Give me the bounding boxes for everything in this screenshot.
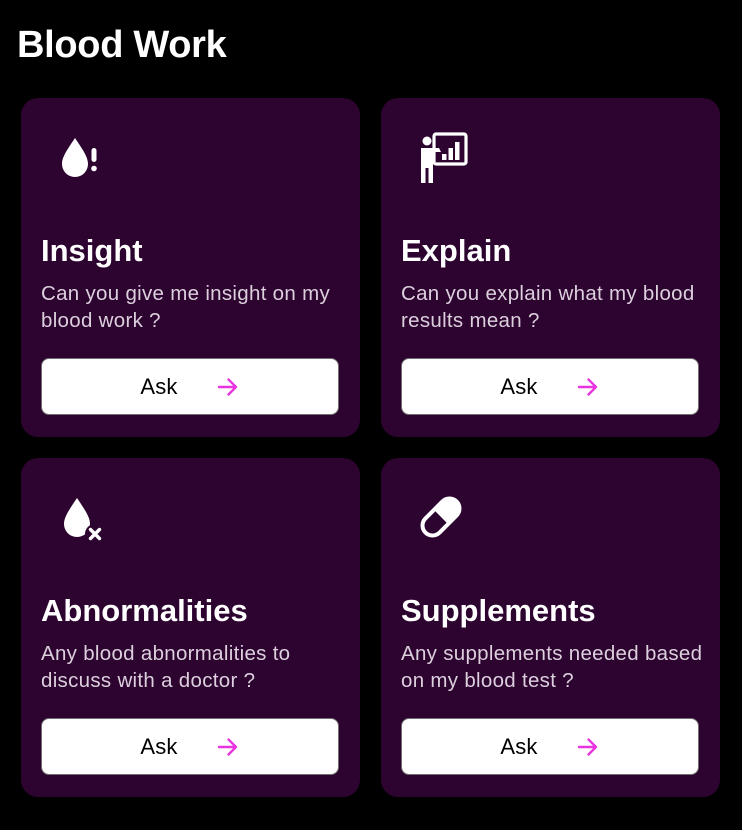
arrow-right-icon (576, 375, 600, 399)
card-title: Insight (41, 233, 143, 268)
blood-drop-x-icon (53, 488, 111, 546)
card-title: Explain (401, 233, 512, 268)
card-title: Supplements (401, 593, 596, 628)
arrow-right-icon (216, 375, 240, 399)
ask-button-supplements[interactable]: Ask (401, 718, 699, 775)
card-explain: Explain Can you explain what my blood re… (381, 98, 720, 437)
card-supplements: Supplements Any supplements needed based… (381, 458, 720, 797)
card-insight: Insight Can you give me insight on my bl… (21, 98, 360, 437)
ask-button-label: Ask (140, 733, 178, 759)
ask-button-label: Ask (500, 373, 538, 399)
card-description: Any supplements needed based on my blood… (401, 642, 703, 692)
ask-button-label: Ask (500, 733, 538, 759)
pill-capsule-icon (413, 488, 471, 546)
ask-button-label: Ask (140, 373, 178, 399)
arrow-right-icon (576, 735, 600, 759)
presenter-chart-icon (413, 128, 471, 186)
arrow-right-icon (216, 735, 240, 759)
ask-button-explain[interactable]: Ask (401, 358, 699, 415)
page-title: Blood Work (17, 24, 227, 66)
card-description: Any blood abnormalities to discuss with … (41, 642, 291, 692)
card-abnormalities: Abnormalities Any blood abnormalities to… (21, 458, 360, 797)
card-title: Abnormalities (41, 593, 248, 628)
card-description: Can you give me insight on my blood work… (41, 282, 331, 332)
ask-button-abnormalities[interactable]: Ask (41, 718, 339, 775)
blood-drop-exclamation-icon (53, 128, 111, 186)
card-description: Can you explain what my blood results me… (401, 282, 695, 332)
ask-button-insight[interactable]: Ask (41, 358, 339, 415)
